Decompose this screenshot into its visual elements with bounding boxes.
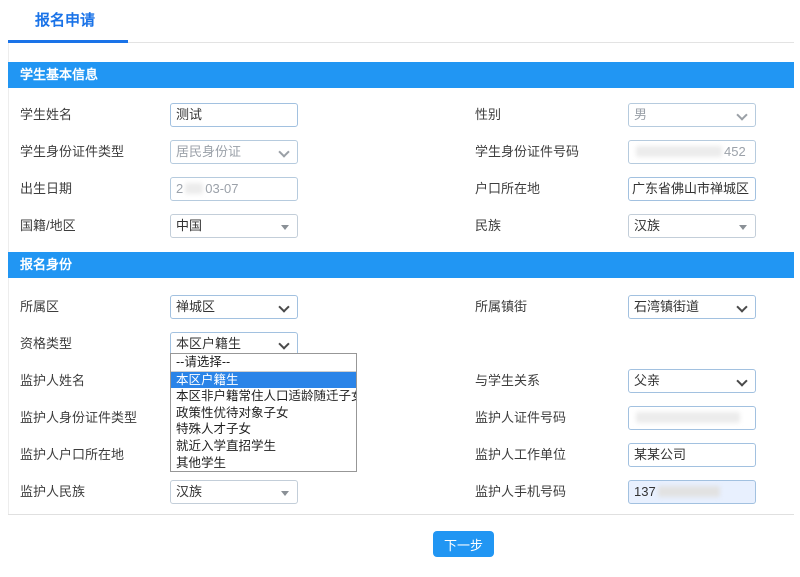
chevron-down-icon	[278, 146, 289, 157]
ethnicity-value: 汉族	[634, 215, 660, 237]
dropdown-option-selected[interactable]: 本区户籍生	[171, 372, 356, 389]
student-name-input[interactable]: 测试	[170, 103, 298, 127]
relationship-select[interactable]: 父亲	[628, 369, 756, 393]
relationship-label: 与学生关系	[475, 373, 540, 389]
guardian-phone-prefix: 137	[634, 484, 656, 499]
section-title: 报名身份	[20, 257, 72, 272]
chevron-down-icon	[278, 301, 289, 312]
student-id-number-label: 学生身份证件号码	[475, 144, 579, 160]
footer-divider	[8, 514, 794, 515]
tab-registration-application[interactable]: 报名申请	[35, 9, 95, 30]
birth-date-prefix: 2	[176, 181, 183, 196]
section-header-registration-identity: 报名身份	[8, 252, 794, 278]
guardian-name-label: 监护人姓名	[20, 373, 85, 389]
tab-active-indicator	[8, 40, 128, 43]
dropdown-option[interactable]: 就近入学直招学生	[171, 438, 356, 455]
nationality-value: 中国	[176, 215, 202, 237]
ethnicity-label: 民族	[475, 218, 501, 234]
chevron-down-icon	[278, 338, 289, 349]
guardian-ethnicity-label: 监护人民族	[20, 484, 85, 500]
district-select[interactable]: 禅城区	[170, 295, 298, 319]
student-id-type-value: 居民身份证	[176, 141, 241, 163]
qualification-type-label: 资格类型	[20, 336, 72, 352]
guardian-phone-input[interactable]: 137	[628, 480, 756, 504]
guardian-employer-value: 某某公司	[634, 444, 686, 466]
caret-down-icon	[281, 491, 289, 496]
student-id-type-label: 学生身份证件类型	[20, 144, 124, 160]
student-name-value: 测试	[176, 104, 202, 126]
caret-down-icon	[281, 225, 289, 230]
gender-label: 性别	[475, 107, 501, 123]
household-location-value: 广东省佛山市禅城区	[632, 178, 749, 200]
dropdown-option[interactable]: 其他学生	[171, 455, 356, 472]
student-id-number-input[interactable]: 452	[628, 140, 756, 164]
relationship-value: 父亲	[634, 370, 660, 392]
dropdown-option[interactable]: 本区非户籍常住人口适龄随迁子女	[171, 388, 356, 405]
district-label: 所属区	[20, 299, 59, 315]
guardian-id-type-label: 监护人身份证件类型	[20, 410, 137, 426]
student-id-number-suffix: 452	[724, 144, 746, 159]
guardian-employer-label: 监护人工作单位	[475, 447, 566, 463]
gender-select[interactable]: 男	[628, 103, 756, 127]
birth-date-label: 出生日期	[20, 181, 72, 197]
nationality-select[interactable]: 中国	[170, 214, 298, 238]
birth-date-suffix: 03-07	[205, 181, 238, 196]
chevron-down-icon	[736, 375, 747, 386]
section-header-student-info: 学生基本信息	[8, 62, 794, 88]
dropdown-option[interactable]: 特殊人才子女	[171, 421, 356, 438]
guardian-phone-label: 监护人手机号码	[475, 484, 566, 500]
qualification-dropdown-list: --请选择-- 本区户籍生 本区非户籍常住人口适龄随迁子女 政策性优待对象子女 …	[170, 353, 357, 472]
caret-down-icon	[739, 225, 747, 230]
chevron-down-icon	[736, 109, 747, 120]
guardian-household-location-label: 监护人户口所在地	[20, 447, 124, 463]
ethnicity-select[interactable]: 汉族	[628, 214, 756, 238]
guardian-ethnicity-value: 汉族	[176, 481, 202, 503]
section-title: 学生基本信息	[20, 67, 98, 82]
qualification-type-value: 本区户籍生	[176, 333, 241, 355]
household-location-label: 户口所在地	[475, 181, 540, 197]
registration-form-page: 报名申请 学生基本信息 学生姓名 测试 性别 男 学生身份证件类型 居民身份证 …	[0, 0, 800, 577]
student-id-type-select[interactable]: 居民身份证	[170, 140, 298, 164]
student-name-label: 学生姓名	[20, 107, 72, 123]
town-street-label: 所属镇街	[475, 299, 527, 315]
town-street-value: 石湾镇街道	[634, 296, 699, 318]
redacted-id-digits	[636, 146, 722, 157]
dropdown-option-placeholder[interactable]: --请选择--	[171, 354, 356, 372]
guardian-ethnicity-select[interactable]: 汉族	[170, 480, 298, 504]
nationality-label: 国籍/地区	[20, 218, 76, 234]
guardian-id-number-label: 监护人证件号码	[475, 410, 566, 426]
guardian-employer-input[interactable]: 某某公司	[628, 443, 756, 467]
guardian-id-number-input[interactable]	[628, 406, 756, 430]
redacted-phone-digits	[658, 486, 720, 497]
redacted-guardian-id	[636, 412, 740, 423]
chevron-down-icon	[736, 301, 747, 312]
town-street-select[interactable]: 石湾镇街道	[628, 295, 756, 319]
gender-value: 男	[634, 104, 647, 126]
panel-left-border	[8, 43, 9, 514]
dropdown-option[interactable]: 政策性优待对象子女	[171, 405, 356, 422]
district-value: 禅城区	[176, 296, 215, 318]
next-step-button[interactable]: 下一步	[433, 531, 494, 557]
birth-date-input[interactable]: 2 03-07	[170, 177, 298, 201]
household-location-input[interactable]: 广东省佛山市禅城区	[628, 177, 756, 201]
redacted-birth-digits	[185, 183, 203, 194]
